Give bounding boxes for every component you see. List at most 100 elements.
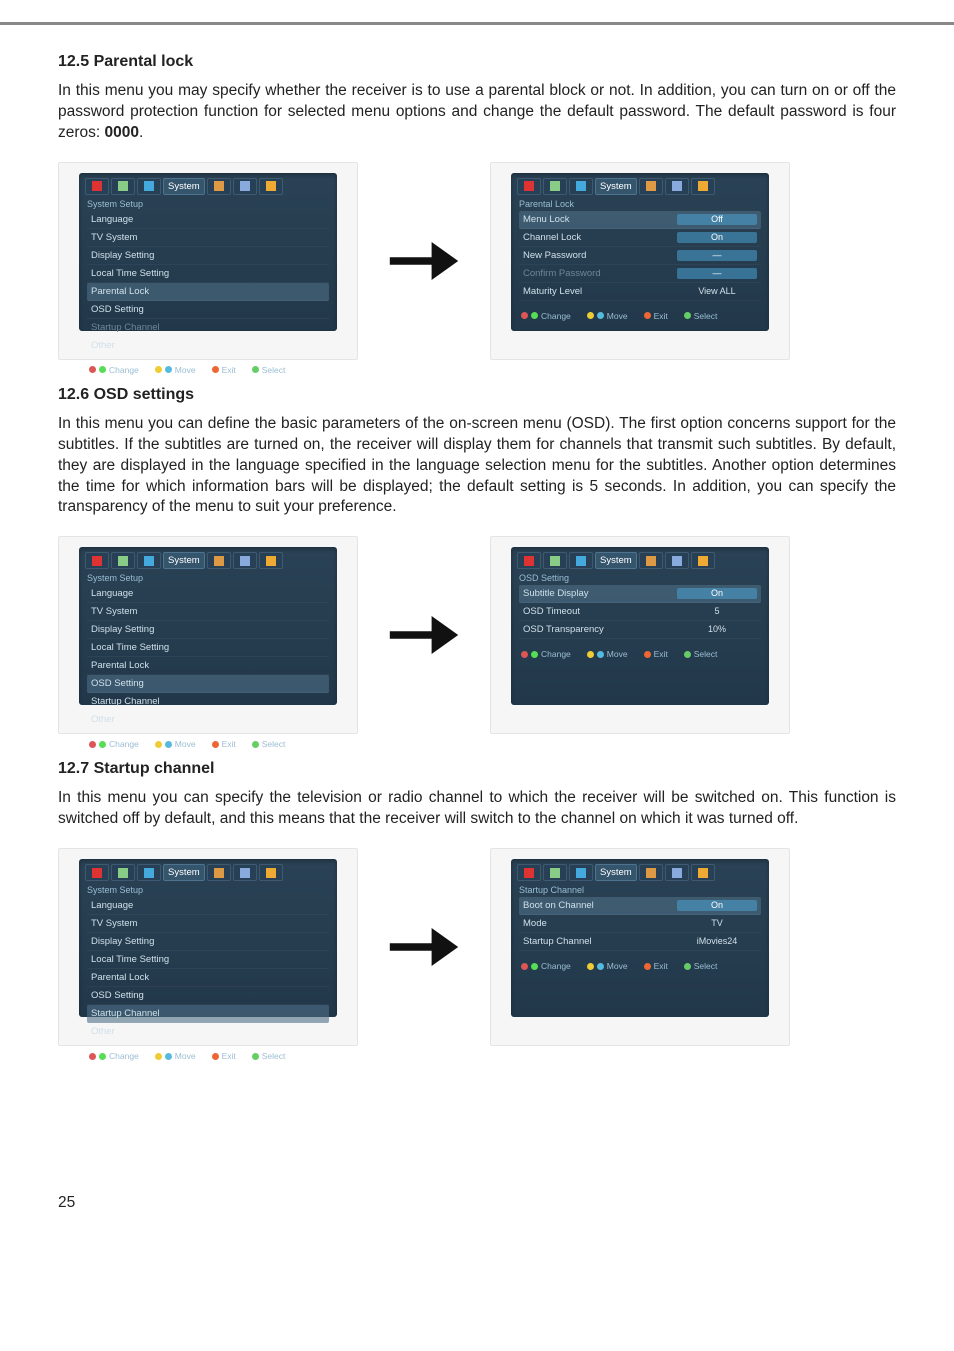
osd-menu-item[interactable]: Local Time Setting xyxy=(87,639,329,657)
screenshot-right-startup: SystemStartup ChannelBoot on ChannelOnMo… xyxy=(490,848,790,1046)
osd-value-row[interactable]: Menu LockOff xyxy=(519,211,761,229)
osd-menu-item[interactable]: Startup Channel xyxy=(87,1005,329,1023)
osd-tab xyxy=(665,864,689,881)
osd-tab xyxy=(111,552,135,569)
osd-tab xyxy=(665,178,689,195)
osd-value-row[interactable]: OSD Transparency10% xyxy=(519,621,761,639)
osd-tab xyxy=(137,178,161,195)
figure-row-parental-lock: System System SetupLanguageTV SystemDispl… xyxy=(58,162,896,360)
osd-value-row[interactable]: Subtitle DisplayOn xyxy=(519,585,761,603)
hint-move: Move xyxy=(587,961,628,971)
osd-tab xyxy=(233,864,257,881)
osd-tab xyxy=(207,552,231,569)
hint-change: Change xyxy=(521,649,571,659)
arrow-icon xyxy=(376,606,472,664)
hint-exit: Exit xyxy=(644,649,668,659)
osd-menu-item[interactable]: Other xyxy=(87,337,329,355)
osd-value-row[interactable]: Channel LockOn xyxy=(519,229,761,247)
hint-exit: Exit xyxy=(212,365,236,375)
hint-exit: Exit xyxy=(644,311,668,321)
osd-menu-item[interactable]: Startup Channel xyxy=(87,693,329,711)
screenshot-right-parental: SystemParental LockMenu LockOffChannel L… xyxy=(490,162,790,360)
osd-tab xyxy=(85,552,109,569)
osd-tab xyxy=(639,178,663,195)
page-number: 25 xyxy=(58,1194,896,1212)
osd-tab xyxy=(137,864,161,881)
hint-change: Change xyxy=(521,961,571,971)
arrow-icon xyxy=(376,918,472,976)
default-password: 0000 xyxy=(105,124,139,141)
arrow-icon xyxy=(376,232,472,290)
osd-menu-item[interactable]: Other xyxy=(87,711,329,729)
hint-change: Change xyxy=(521,311,571,321)
osd-menu-item[interactable]: Parental Lock xyxy=(87,657,329,675)
osd-tab xyxy=(691,864,715,881)
osd-menu-item[interactable]: Local Time Setting xyxy=(87,951,329,969)
osd-value-row[interactable]: Boot on ChannelOn xyxy=(519,897,761,915)
hint-exit: Exit xyxy=(212,739,236,749)
hint-select: Select xyxy=(252,739,286,749)
osd-tab xyxy=(207,864,231,881)
osd-value-row[interactable]: OSD Timeout5 xyxy=(519,603,761,621)
screenshot-left-parental: System System SetupLanguageTV SystemDispl… xyxy=(58,162,358,360)
osd-menu-item[interactable]: OSD Setting xyxy=(87,987,329,1005)
osd-section-title: Parental Lock xyxy=(511,197,769,211)
osd-menu-item[interactable]: Language xyxy=(87,211,329,229)
osd-tab xyxy=(691,178,715,195)
osd-value-row[interactable]: Confirm Password— xyxy=(519,265,761,283)
osd-value-row[interactable]: Maturity LevelView ALL xyxy=(519,283,761,301)
hint-exit: Exit xyxy=(644,961,668,971)
osd-tab xyxy=(259,864,283,881)
osd-menu-item[interactable]: Local Time Setting xyxy=(87,265,329,283)
osd-menu-item[interactable]: Startup Channel xyxy=(87,319,329,337)
osd-value-row[interactable]: Startup ChanneliMovies24 xyxy=(519,933,761,951)
osd-menu-item[interactable]: Language xyxy=(87,585,329,603)
section-heading-osd: 12.6 OSD settings xyxy=(58,386,896,404)
osd-value-row[interactable]: ModeTV xyxy=(519,915,761,933)
hint-move: Move xyxy=(155,1051,196,1061)
screenshot-left-startup: SystemSystem SetupLanguageTV SystemDispl… xyxy=(58,848,358,1046)
screenshot-right-osd: SystemOSD SettingSubtitle DisplayOnOSD T… xyxy=(490,536,790,734)
hint-select: Select xyxy=(252,365,286,375)
osd-tab-system: System xyxy=(163,552,205,569)
osd-menu-item[interactable]: Parental Lock xyxy=(87,969,329,987)
osd-tab xyxy=(85,864,109,881)
hint-select: Select xyxy=(252,1051,286,1061)
osd-menu-item[interactable]: TV System xyxy=(87,603,329,621)
osd-value-row[interactable]: New Password— xyxy=(519,247,761,265)
osd-section-title: System Setup xyxy=(79,883,337,897)
hint-change: Change xyxy=(89,1051,139,1061)
osd-tab xyxy=(569,178,593,195)
osd-tab xyxy=(543,178,567,195)
osd-section-title: OSD Setting xyxy=(511,571,769,585)
hint-exit: Exit xyxy=(212,1051,236,1061)
osd-tab-system: System xyxy=(595,864,637,881)
osd-tab xyxy=(543,552,567,569)
osd-menu-item[interactable]: Parental Lock xyxy=(87,283,329,301)
hint-select: Select xyxy=(684,649,718,659)
osd-tab xyxy=(259,552,283,569)
osd-menu-item[interactable]: TV System xyxy=(87,915,329,933)
osd-footer-hints: Change Move Exit Select xyxy=(79,1047,337,1065)
osd-section-title: System Setup xyxy=(79,197,337,211)
osd-menu-item[interactable]: Display Setting xyxy=(87,247,329,265)
osd-tab-system: System xyxy=(163,178,205,195)
osd-footer-hints: ChangeMoveExitSelect xyxy=(511,957,769,975)
osd-footer-hints: ChangeMoveExitSelect xyxy=(79,735,337,753)
osd-menu-item[interactable]: Other xyxy=(87,1023,329,1041)
osd-menu-item[interactable]: Language xyxy=(87,897,329,915)
hint-move: Move xyxy=(155,739,196,749)
osd-menu-item[interactable]: TV System xyxy=(87,229,329,247)
osd-tab-system: System xyxy=(595,552,637,569)
osd-tab xyxy=(569,864,593,881)
osd-tab xyxy=(233,552,257,569)
osd-tab xyxy=(665,552,689,569)
section-body-parental-lock: In this menu you may specify whether the… xyxy=(58,81,896,144)
osd-tabstrip: System xyxy=(79,547,337,571)
header-separator xyxy=(0,22,954,25)
osd-menu-item[interactable]: Display Setting xyxy=(87,933,329,951)
osd-menu-item[interactable]: OSD Setting xyxy=(87,675,329,693)
osd-section-title: Startup Channel xyxy=(511,883,769,897)
osd-menu-item[interactable]: Display Setting xyxy=(87,621,329,639)
osd-menu-item[interactable]: OSD Setting xyxy=(87,301,329,319)
